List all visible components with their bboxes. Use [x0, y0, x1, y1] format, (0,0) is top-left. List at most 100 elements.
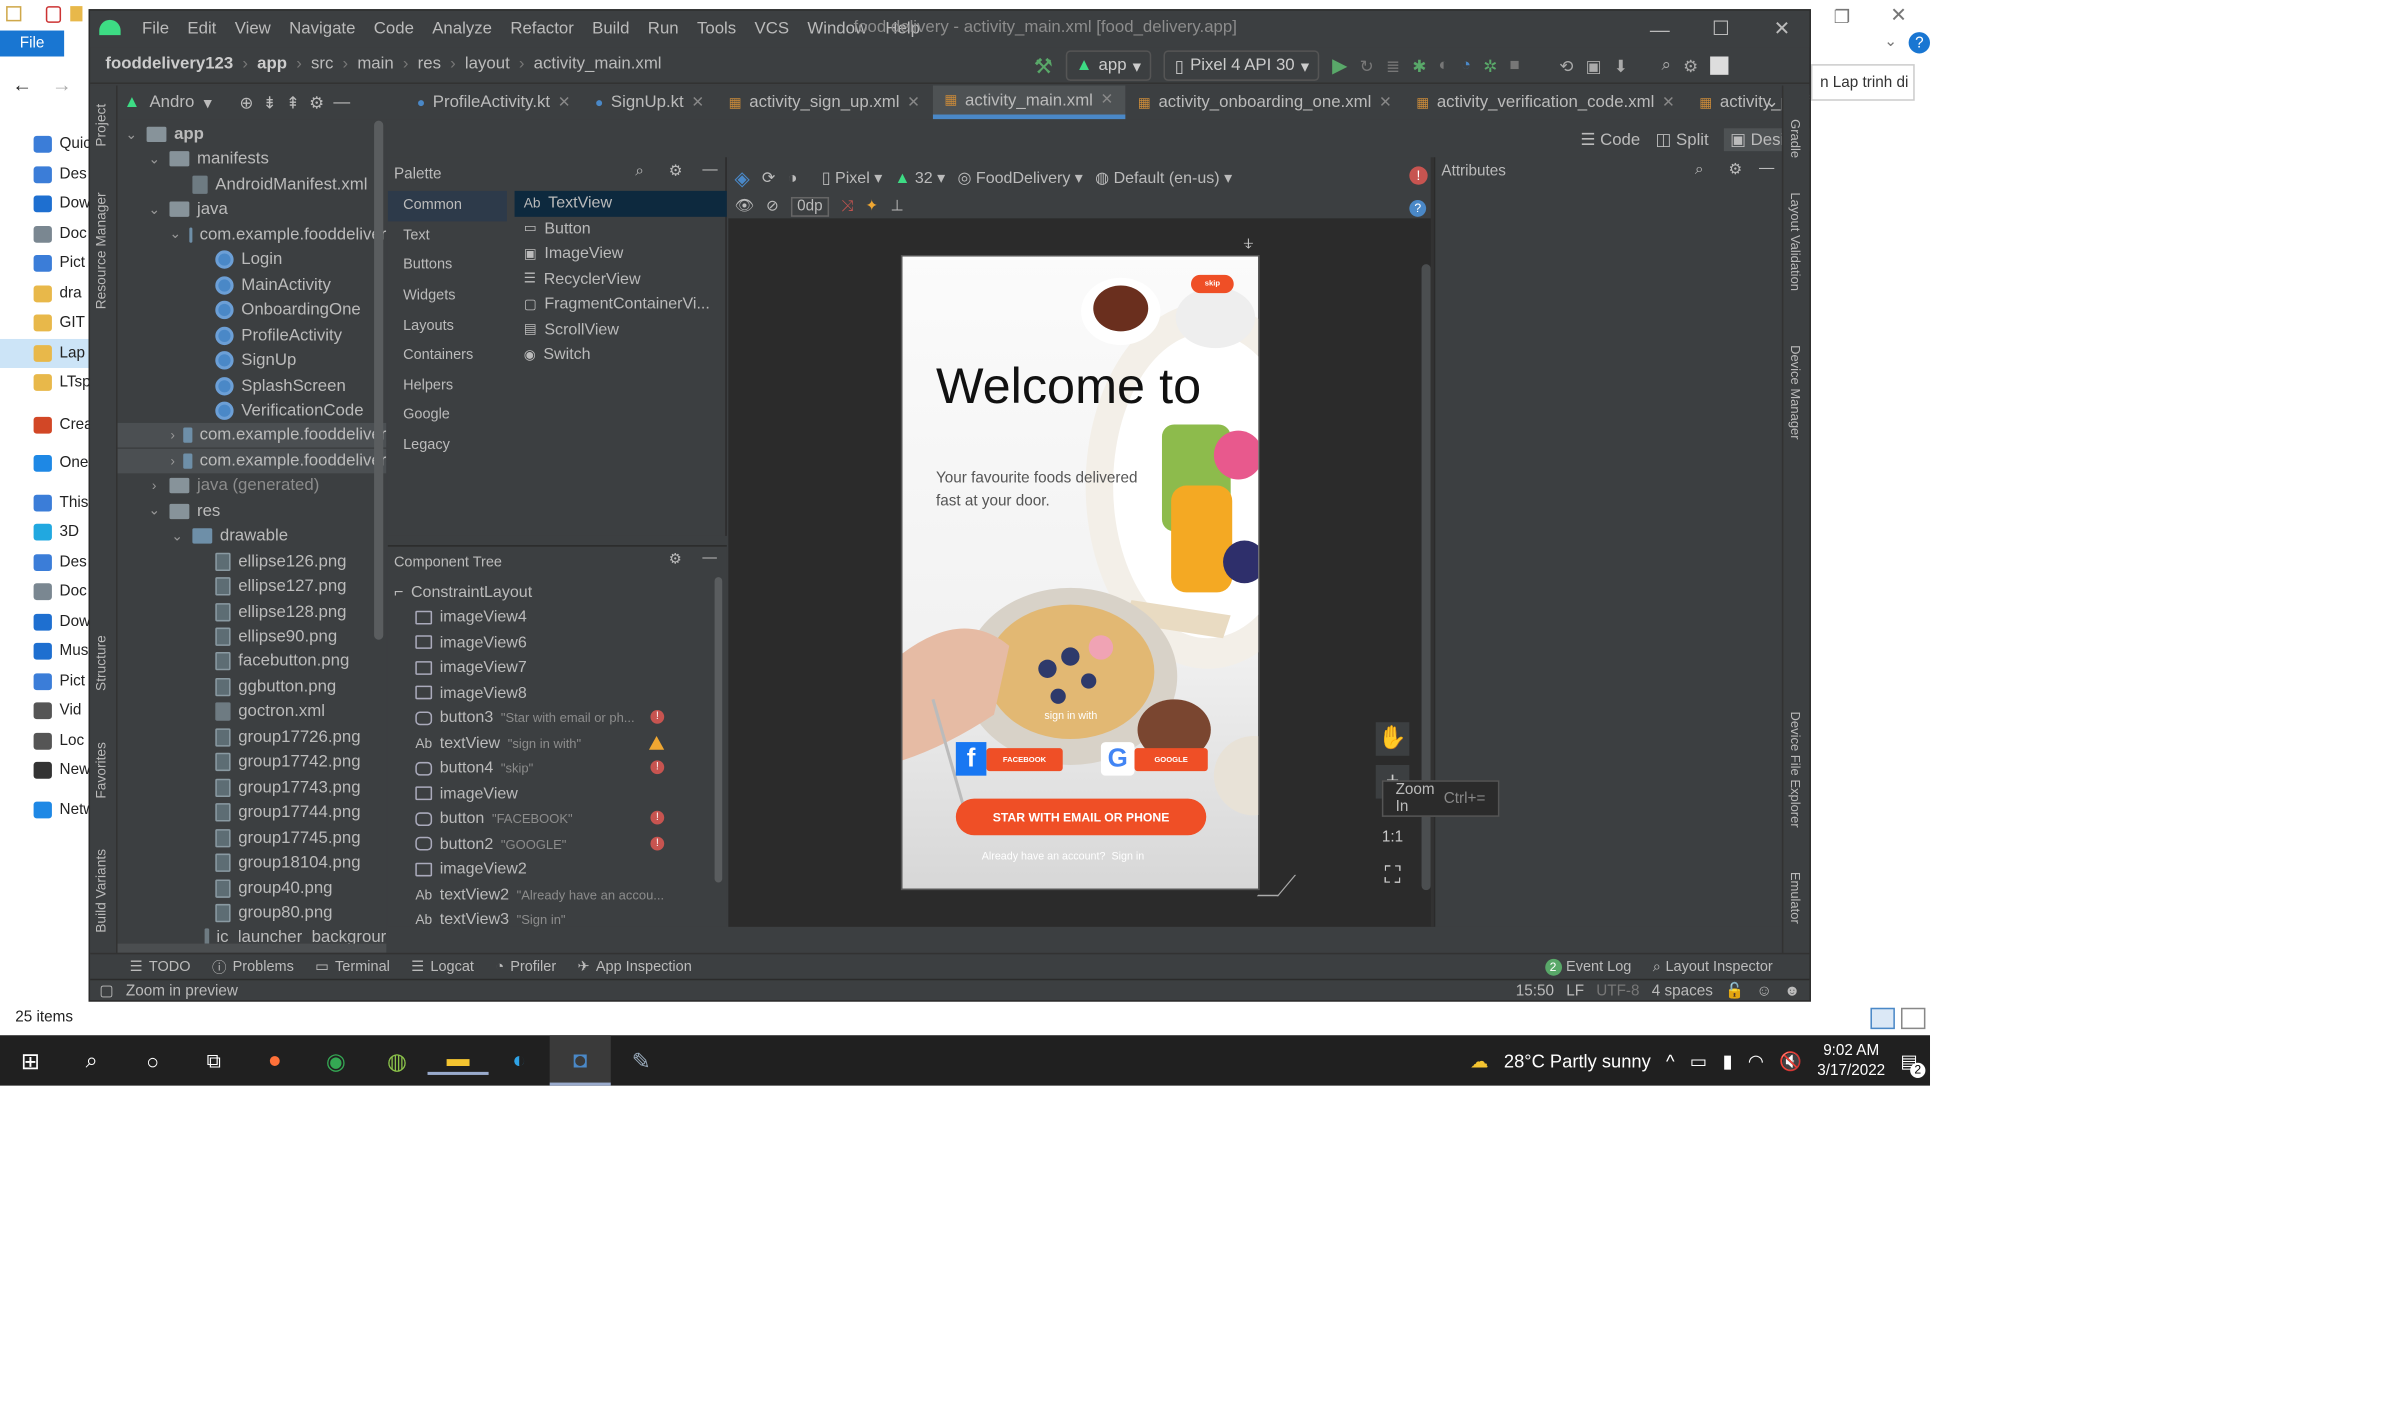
chevron-down-icon[interactable]: ⌄: [1884, 34, 1897, 51]
help-icon[interactable]: ?: [1409, 200, 1427, 217]
explorer-nav-item[interactable]: This P: [0, 488, 89, 518]
explorer-nav-item[interactable]: Mus: [0, 637, 89, 667]
lock-icon[interactable]: 🔓: [1725, 983, 1744, 1000]
component-node[interactable]: imageView4: [415, 605, 534, 629]
explorer-nav-item[interactable]: dra: [0, 279, 89, 309]
volume-icon[interactable]: 🔇: [1779, 1050, 1802, 1071]
tool-window-device-manager[interactable]: Device Manager: [1788, 345, 1803, 440]
close-tab-icon[interactable]: ✕: [1662, 94, 1675, 111]
search-icon[interactable]: ⌕: [1661, 56, 1670, 76]
search-icon[interactable]: ⌕: [61, 1047, 122, 1073]
chevron-down-icon[interactable]: ⌄: [1765, 92, 1779, 111]
editor-tab[interactable]: ▦ activity_sign_up.xml ✕: [716, 86, 932, 120]
palette-category[interactable]: Text: [388, 221, 507, 251]
skip-button[interactable]: skip: [1190, 274, 1234, 294]
run-config-combo[interactable]: ▲ app ▾: [1065, 50, 1152, 81]
component-node[interactable]: button3 "Star with email or ph...: [415, 705, 635, 729]
palette-category[interactable]: Google: [388, 400, 507, 430]
apply-code-icon[interactable]: ≣: [1386, 56, 1400, 75]
clock[interactable]: 9:02 AM 3/17/2022: [1817, 1041, 1885, 1081]
close-icon[interactable]: ✕: [1751, 17, 1809, 41]
android-studio-task-icon[interactable]: ◘: [549, 1035, 611, 1086]
gear-icon[interactable]: ⚙: [669, 163, 683, 180]
tree-node[interactable]: ⌄ com.example.fooddeliver: [118, 223, 387, 247]
design-surface-icon[interactable]: ◈: [734, 166, 749, 190]
sync-gradle-icon[interactable]: ⟲: [1559, 56, 1573, 75]
explorer-nav-item[interactable]: Doc: [0, 219, 89, 249]
chrome-icon[interactable]: ◉: [305, 1047, 366, 1074]
explorer-nav-item[interactable]: Loc: [0, 726, 89, 756]
tree-node[interactable]: ellipse126.png: [118, 549, 387, 573]
breadcrumb-item[interactable]: activity_main.xml: [534, 55, 662, 73]
bottom-tool-terminal[interactable]: ▭ Terminal: [315, 958, 390, 975]
google-button[interactable]: GOOGLE: [1134, 748, 1208, 772]
gear-icon[interactable]: ⚙: [669, 551, 682, 568]
wifi-icon[interactable]: ◠: [1748, 1050, 1764, 1071]
tree-node[interactable]: › java (generated): [118, 474, 387, 498]
back-arrow-icon[interactable]: ←: [12, 73, 32, 96]
infer-constraints-icon[interactable]: ✦: [865, 198, 878, 215]
chevron-up-icon[interactable]: ^: [1666, 1050, 1675, 1071]
firefox-icon[interactable]: ●: [244, 1047, 305, 1073]
tree-toggle-icon[interactable]: ⌄: [124, 126, 139, 143]
hide-icon[interactable]: —: [702, 162, 717, 179]
error-icon[interactable]: !: [650, 835, 665, 850]
tree-node[interactable]: group17743.png: [118, 775, 387, 799]
device-manager-icon[interactable]: ▣: [1586, 56, 1602, 75]
explorer-nav-item[interactable]: Dow: [0, 189, 89, 219]
palette-item[interactable]: Ab TextView: [514, 190, 727, 217]
tree-node[interactable]: SignUp: [118, 348, 387, 372]
tree-node[interactable]: AndroidManifest.xml: [118, 172, 387, 196]
event-log-button[interactable]: 2 Event Log: [1544, 958, 1631, 975]
component-node[interactable]: button4 "skip": [415, 756, 533, 780]
tree-toggle-icon[interactable]: ⌄: [147, 151, 162, 168]
explorer-nav-item[interactable]: New: [0, 756, 89, 786]
help-icon[interactable]: ?: [1908, 32, 1931, 54]
search-icon[interactable]: ⌕: [1695, 162, 1704, 179]
status-toggle-icon[interactable]: ▢: [99, 983, 113, 1000]
menu-tools[interactable]: Tools: [688, 20, 746, 38]
palette-category[interactable]: Legacy: [388, 430, 507, 460]
collapse-all-icon[interactable]: ⇟: [263, 92, 277, 112]
locale-combo[interactable]: ◍ Default (en-us) ▾: [1095, 169, 1232, 187]
menu-analyze[interactable]: Analyze: [423, 20, 501, 38]
tree-node[interactable]: group17742.png: [118, 750, 387, 774]
explorer-nav-item[interactable]: Doc: [0, 577, 89, 607]
tool-window-layout-validation[interactable]: Layout Validation: [1788, 192, 1803, 291]
palette-category[interactable]: Helpers: [388, 370, 507, 400]
notification-icon[interactable]: ▤ 2: [1900, 1050, 1926, 1078]
tree-node[interactable]: ellipse128.png: [118, 599, 387, 623]
pixel-device-combo[interactable]: ▯ Pixel ▾: [822, 169, 883, 187]
autoconnect-icon[interactable]: ⊘: [766, 198, 779, 215]
close-tab-icon[interactable]: ✕: [691, 94, 704, 111]
tree-toggle-icon[interactable]: ›: [169, 453, 175, 468]
explorer-nav-item[interactable]: LTsp: [0, 368, 89, 398]
tree-node[interactable]: ellipse127.png: [118, 574, 387, 598]
tree-horizontal-scrollbar[interactable]: [117, 943, 387, 953]
tree-node[interactable]: SplashScreen: [118, 373, 387, 397]
sdk-manager-icon[interactable]: ⬇: [1614, 56, 1628, 75]
tree-node[interactable]: facebutton.png: [118, 650, 387, 674]
palette-category[interactable]: Layouts: [388, 311, 507, 341]
tree-node[interactable]: group18104.png: [118, 851, 387, 875]
stop-icon[interactable]: ■: [1510, 56, 1520, 74]
palette-item[interactable]: ◉ Switch: [515, 342, 727, 367]
tree-node[interactable]: MainActivity: [118, 273, 387, 297]
menu-code[interactable]: Code: [365, 20, 423, 38]
feedback-icon[interactable]: ☻: [1784, 983, 1800, 1000]
error-icon[interactable]: !: [650, 810, 665, 825]
menu-run[interactable]: Run: [639, 20, 688, 38]
error-icon[interactable]: !: [650, 760, 665, 775]
breadcrumb-item[interactable]: fooddelivery123: [105, 55, 233, 73]
tool-window-gradle[interactable]: Gradle: [1788, 119, 1803, 158]
bottom-tool-todo[interactable]: ☰ TODO: [130, 958, 191, 975]
tree-node[interactable]: ic_launcher_backgrour: [118, 926, 387, 944]
bottom-tool-problems[interactable]: ⓘ Problems: [212, 956, 294, 977]
phone-preview[interactable]: skip Welcome to Your favourite foods del…: [900, 254, 1260, 891]
tool-window-build-variants[interactable]: Build Variants: [93, 849, 108, 933]
component-root[interactable]: ⌐ ConstraintLayout: [394, 580, 532, 604]
palette-category[interactable]: Buttons: [388, 251, 507, 281]
apply-changes-icon[interactable]: ↻: [1360, 56, 1374, 75]
component-node[interactable]: Ab textView "sign in with": [415, 731, 581, 755]
editor-tab[interactable]: ▦ activity_main.xml ✕: [932, 85, 1126, 120]
